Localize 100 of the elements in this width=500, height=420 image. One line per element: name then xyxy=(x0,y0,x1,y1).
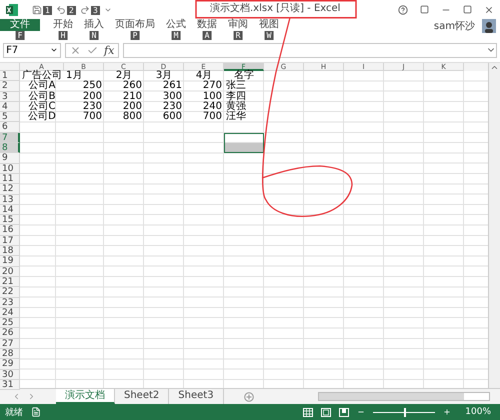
ribbon-tab[interactable]: 数据 xyxy=(193,19,221,31)
macro-icon[interactable] xyxy=(31,407,41,417)
sheet-tab[interactable]: 演示文档 xyxy=(56,389,115,404)
row-header[interactable]: 28 xyxy=(0,349,20,360)
row-header[interactable]: 13 xyxy=(0,194,20,205)
next-sheet-icon[interactable] xyxy=(27,392,36,401)
row-header[interactable]: 23 xyxy=(0,298,20,308)
table-cell-text: 700 xyxy=(82,112,103,122)
table-cell-text: 230 xyxy=(82,102,103,112)
table-cell-text: 600 xyxy=(162,112,183,122)
row-header[interactable]: 11 xyxy=(0,174,20,184)
table-cell-text: 700 xyxy=(202,112,223,122)
close-icon[interactable] xyxy=(484,4,494,14)
table-cell-text: 黄强 xyxy=(225,102,247,112)
table-cell-text: 李四 xyxy=(225,92,247,102)
help-icon[interactable] xyxy=(398,4,408,14)
keytip: P xyxy=(130,31,140,40)
cell-selection[interactable] xyxy=(224,132,264,154)
ribbon-tab[interactable]: 视图 xyxy=(255,19,283,31)
table-cell-text: 公司A xyxy=(28,81,56,92)
row-header[interactable]: 4 xyxy=(0,102,20,112)
table-cell-text: 公司C xyxy=(28,102,56,112)
row-header[interactable]: 20 xyxy=(0,266,20,277)
keytip: 2 xyxy=(67,6,76,14)
ribbon-tab[interactable]: 插入 xyxy=(80,19,108,31)
user-name[interactable]: sam怀沙 xyxy=(434,19,475,33)
normal-view-icon[interactable] xyxy=(303,408,314,416)
keytip: F xyxy=(16,31,24,40)
table-cell-text: 2月 xyxy=(114,71,132,81)
table-cell-text: 800 xyxy=(122,112,143,122)
name-box[interactable]: F7 xyxy=(3,42,61,58)
enter-icon[interactable] xyxy=(87,44,98,56)
table-cell-text: 4月 xyxy=(194,71,212,81)
keytip: R xyxy=(234,31,242,40)
row-header[interactable]: 18 xyxy=(0,246,20,256)
row-header[interactable]: 9 xyxy=(0,153,20,164)
ribbon-tab[interactable]: 公式 xyxy=(162,19,190,31)
file-tab[interactable]: 文件 xyxy=(0,19,40,31)
zoom-in-icon[interactable] xyxy=(443,408,452,416)
undo-icon[interactable] xyxy=(56,4,66,14)
page-break-icon[interactable] xyxy=(339,408,350,416)
scroll-up-icon[interactable] xyxy=(490,63,499,72)
table-cell-text: 240 xyxy=(202,102,223,112)
excel-logo-icon xyxy=(6,4,18,16)
row-header[interactable]: 10 xyxy=(0,164,20,174)
table-cell-text: 250 xyxy=(82,81,103,92)
keytip: M xyxy=(172,31,180,40)
keytip: A xyxy=(202,31,212,40)
row-header[interactable]: 31 xyxy=(0,380,20,390)
row-header[interactable]: 6 xyxy=(0,122,20,133)
row-header[interactable]: 17 xyxy=(0,236,20,246)
insert-function-button[interactable]: fx xyxy=(104,44,114,56)
ribbon-display-icon[interactable] xyxy=(420,5,429,14)
row-header[interactable]: 29 xyxy=(0,359,20,370)
status-text: 就绪 xyxy=(5,406,23,418)
row-header[interactable]: 8 xyxy=(0,143,20,154)
row-header[interactable]: 5 xyxy=(0,112,20,122)
row-header[interactable]: 24 xyxy=(0,308,20,318)
row-header[interactable]: 2 xyxy=(0,81,20,92)
row-header[interactable]: 21 xyxy=(0,276,20,288)
formula-input[interactable] xyxy=(123,42,497,58)
row-header[interactable]: 7 xyxy=(0,132,20,144)
maximize-icon[interactable] xyxy=(463,5,472,14)
row-header[interactable]: 15 xyxy=(0,215,20,226)
cancel-icon[interactable] xyxy=(70,44,81,56)
avatar[interactable] xyxy=(482,19,496,33)
row-header[interactable]: 22 xyxy=(0,287,20,298)
row-header[interactable]: 27 xyxy=(0,338,20,350)
add-sheet-icon[interactable] xyxy=(244,392,254,402)
window-title: 演示文档.xlsx [只读] - Excel xyxy=(210,4,340,14)
horizontal-scrollbar[interactable] xyxy=(318,392,490,401)
table-cell-text: 200 xyxy=(82,92,103,102)
row-header[interactable]: 3 xyxy=(0,92,20,102)
redo-icon[interactable] xyxy=(80,4,90,14)
row-header[interactable]: 30 xyxy=(0,370,20,380)
row-header[interactable]: 16 xyxy=(0,225,20,236)
table-cell-text: 3月 xyxy=(154,71,172,81)
table-cell-text: 261 xyxy=(162,81,183,92)
row-header[interactable]: 26 xyxy=(0,328,20,339)
row-header[interactable]: 1 xyxy=(0,71,20,82)
keytip: H xyxy=(58,31,68,40)
ribbon-tab[interactable]: 开始 xyxy=(49,19,77,31)
table-cell-text: 汪华 xyxy=(225,112,247,122)
table-cell-text: 270 xyxy=(202,81,223,92)
zoom-level[interactable]: 100% xyxy=(465,407,491,417)
table-cell-text: 230 xyxy=(162,102,183,112)
table-cell-text: 200 xyxy=(122,102,143,112)
previous-sheet-icon[interactable] xyxy=(12,392,21,401)
ribbon-tab[interactable]: 页面布局 xyxy=(111,19,159,31)
vertical-scrollbar[interactable] xyxy=(488,63,500,388)
row-header[interactable]: 12 xyxy=(0,184,20,195)
row-header[interactable]: 19 xyxy=(0,256,20,267)
page-layout-icon[interactable] xyxy=(321,408,332,416)
ribbon-tab[interactable]: 审阅 xyxy=(224,19,252,31)
keytip: 1 xyxy=(43,6,52,14)
row-header[interactable]: 25 xyxy=(0,318,20,328)
save-icon[interactable] xyxy=(32,4,42,14)
row-header[interactable]: 14 xyxy=(0,204,20,216)
table-cell-text: 名字 xyxy=(234,71,255,81)
table-cell-text: 300 xyxy=(162,92,183,102)
